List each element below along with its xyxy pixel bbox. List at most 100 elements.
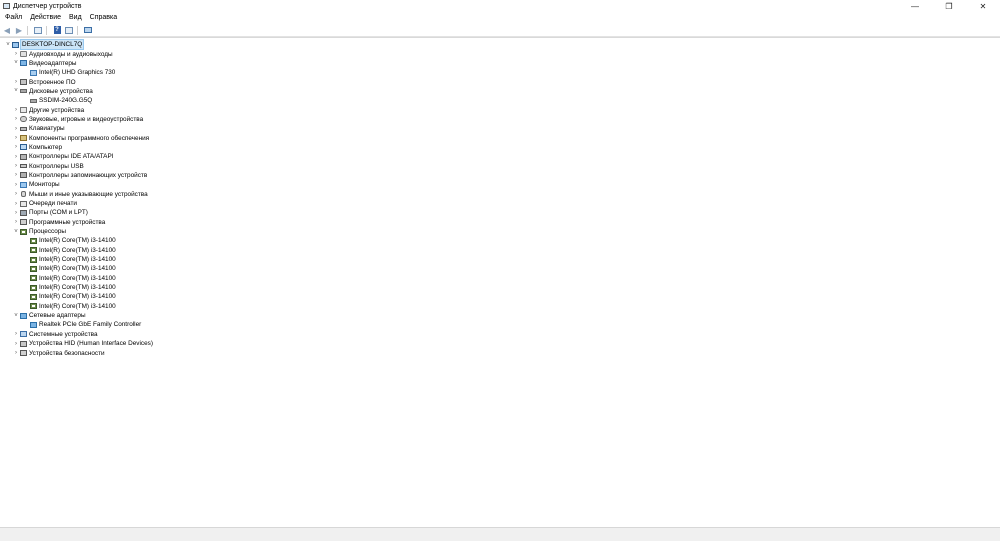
tree-category-node[interactable]: ˅ Процессоры	[0, 227, 153, 236]
expand-chevron-icon[interactable]: ›	[13, 78, 19, 87]
network-adapter-icon	[30, 321, 37, 328]
expand-chevron-icon[interactable]: ›	[13, 208, 19, 217]
restore-button[interactable]: ❐	[932, 0, 966, 12]
menu-action[interactable]: Действие	[26, 14, 65, 21]
expand-chevron-icon[interactable]: ›	[13, 190, 19, 199]
tree-category-node[interactable]: › Устройства безопасности	[0, 348, 153, 357]
software-component-icon	[20, 135, 27, 142]
tree-node-label: Контроллеры запоминающих устройств	[29, 171, 148, 179]
expand-chevron-icon[interactable]: ›	[13, 199, 19, 208]
tree-node-label: Порты (COM и LPT)	[29, 209, 88, 217]
collapse-chevron-icon[interactable]: ˅	[13, 311, 19, 320]
tree-category-node[interactable]: › Системные устройства	[0, 330, 153, 339]
tree-category-node[interactable]: › Другие устройства	[0, 105, 153, 114]
tree-category-node[interactable]: › Аудиовходы и аудиовыходы	[0, 49, 153, 58]
expand-chevron-icon[interactable]: ›	[13, 171, 19, 180]
status-bar	[0, 527, 1000, 541]
tree-category-node[interactable]: › Программные устройства	[0, 218, 153, 227]
expand-chevron-icon[interactable]: ›	[13, 143, 19, 152]
tree-category-node[interactable]: › Контроллеры USB	[0, 161, 153, 170]
collapse-chevron-icon[interactable]: ˅	[13, 87, 19, 96]
tree-category-node[interactable]: › Встроенное ПО	[0, 77, 153, 86]
help-icon: ?	[53, 26, 61, 34]
tree-category-node[interactable]: ˅ Дисковые устройства	[0, 87, 153, 96]
minimize-button[interactable]: —	[898, 0, 932, 12]
expand-chevron-icon[interactable]: ›	[13, 162, 19, 171]
tree-device-node[interactable]: Intel(R) Core(TM) i3-14100	[0, 274, 153, 283]
tree-category-node[interactable]: ˅ Видеоадаптеры	[0, 59, 153, 68]
tree-category-node[interactable]: › Устройства HID (Human Interface Devices…	[0, 339, 153, 348]
tree-category-node[interactable]: › Контроллеры IDE ATA/ATAPI	[0, 152, 153, 161]
menu-help[interactable]: Справка	[86, 14, 121, 21]
expand-chevron-icon[interactable]: ›	[13, 152, 19, 161]
expand-chevron-icon[interactable]: ›	[13, 106, 19, 115]
expand-chevron-icon[interactable]: ›	[13, 180, 19, 189]
processor-icon	[30, 237, 37, 244]
collapse-chevron-icon[interactable]: ˅	[5, 40, 11, 49]
tree-category-node[interactable]: › Очереди печати	[0, 199, 153, 208]
tree-device-node[interactable]: Intel(R) Core(TM) i3-14100	[0, 292, 153, 301]
usb-controller-icon	[20, 164, 27, 169]
expand-chevron-icon[interactable]: ›	[13, 50, 19, 59]
tree-device-node[interactable]: Intel(R) Core(TM) i3-14100	[0, 264, 153, 273]
tree-device-node[interactable]: Intel(R) Core(TM) i3-14100	[0, 255, 153, 264]
expand-chevron-icon[interactable]: ›	[13, 218, 19, 227]
tree-root-node[interactable]: ˅ DESKTOP-DINCL7Q	[0, 39, 153, 51]
expand-chevron-icon[interactable]: ›	[13, 115, 19, 124]
tree-device-node[interactable]: Intel(R) Core(TM) i3-14100	[0, 236, 153, 245]
tree-device-node[interactable]: Intel(R) Core(TM) i3-14100	[0, 246, 153, 255]
help-button[interactable]: ?	[52, 25, 62, 35]
scan-hardware-button[interactable]	[83, 25, 93, 35]
pc-icon	[20, 144, 27, 151]
tree-node-label: Очереди печати	[29, 200, 77, 208]
expand-chevron-icon[interactable]: ›	[13, 124, 19, 133]
tree-node-label: Компьютер	[29, 143, 63, 151]
forward-button[interactable]: ▶	[14, 25, 24, 35]
tree-node-label: Intel(R) UHD Graphics 730	[39, 69, 116, 77]
menu-view[interactable]: Вид	[65, 14, 86, 21]
tree-category-node[interactable]: › Порты (COM и LPT)	[0, 208, 153, 217]
tree-node-label: Intel(R) Core(TM) i3-14100	[39, 302, 116, 310]
device-tree-pane[interactable]: ˅ DESKTOP-DINCL7Q › Аудиовходы и аудиовыход…	[0, 37, 1000, 527]
tree-node-label: Intel(R) Core(TM) i3-14100	[39, 284, 116, 292]
title-bar: Диспетчер устройств — ❐ ✕	[0, 0, 1000, 12]
tree-device-node[interactable]: Realtek PCIe GbE Family Controller	[0, 320, 153, 329]
storage-controller-icon	[20, 172, 27, 179]
tree-category-node[interactable]: › Компоненты программного обеспечения	[0, 133, 153, 142]
tree-category-node[interactable]: › Мыши и иные указывающие устройства	[0, 190, 153, 199]
show-hide-console-tree-button[interactable]	[33, 25, 43, 35]
tree-category-node[interactable]: › Контроллеры запоминающих устройств	[0, 171, 153, 180]
close-button[interactable]: ✕	[966, 0, 1000, 12]
expand-chevron-icon[interactable]: ›	[13, 330, 19, 339]
tree-category-node[interactable]: › Мониторы	[0, 180, 153, 189]
tree-device-node[interactable]: Intel(R) Core(TM) i3-14100	[0, 283, 153, 292]
tree-node-label: DESKTOP-DINCL7Q	[19, 39, 85, 51]
expand-chevron-icon[interactable]: ›	[13, 349, 19, 358]
expand-chevron-icon[interactable]: ›	[13, 134, 19, 143]
expand-chevron-icon[interactable]: ›	[13, 339, 19, 348]
menu-file[interactable]: Файл	[0, 14, 26, 21]
tree-category-node[interactable]: ˅ Сетевые адаптеры	[0, 311, 153, 320]
tree-device-node[interactable]: Intel(R) UHD Graphics 730	[0, 68, 153, 77]
tree-device-node[interactable]: Intel(R) Core(TM) i3-14100	[0, 302, 153, 311]
collapse-chevron-icon[interactable]: ˅	[13, 227, 19, 236]
tree-node-label: Контроллеры IDE ATA/ATAPI	[29, 153, 114, 161]
tree-category-node[interactable]: › Компьютер	[0, 143, 153, 152]
tree-category-node[interactable]: › Клавиатуры	[0, 124, 153, 133]
device-tree: ˅ DESKTOP-DINCL7Q › Аудиовходы и аудиовыход…	[0, 39, 153, 358]
back-button[interactable]: ◀	[2, 25, 12, 35]
tree-node-label: Мониторы	[29, 181, 60, 189]
tree-device-node[interactable]: SSDIM-240G.G5Q	[0, 96, 153, 105]
properties-button[interactable]	[64, 25, 74, 35]
tree-category-node[interactable]: › Звуковые, игровые и видеоустройства	[0, 115, 153, 124]
tree-node-label: Intel(R) Core(TM) i3-14100	[39, 256, 116, 264]
collapse-chevron-icon[interactable]: ˅	[13, 59, 19, 68]
